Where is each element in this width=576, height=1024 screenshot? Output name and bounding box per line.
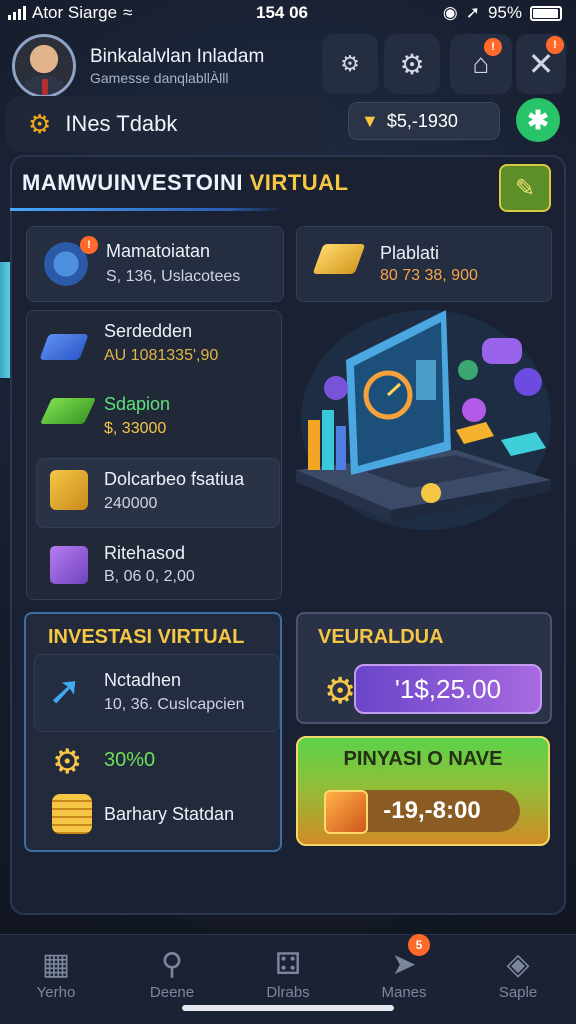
wifi-icon: ≈ bbox=[123, 3, 133, 22]
pencil-icon: ✎ bbox=[514, 174, 536, 202]
item-value: 240000 bbox=[104, 495, 158, 512]
payment-amount: -19,-8:00 bbox=[383, 797, 481, 824]
nav-item-dice[interactable]: ⚃ Dlrabs bbox=[238, 944, 338, 1002]
virtual-amount: '1$,25.00 bbox=[394, 673, 502, 704]
panel-title: MAMWUINVESTOINI VIRTUAL bbox=[22, 170, 348, 196]
arrow-up-icon: ➚ bbox=[48, 669, 82, 713]
carrier-label: Ator Siarge bbox=[32, 3, 118, 22]
panel-title-main: MAMWUINVESTOINI bbox=[22, 170, 250, 195]
plaque-value: 80 73 38, 900 bbox=[380, 267, 478, 284]
payment-title: PINYASI O NAVE bbox=[343, 748, 503, 770]
item-title: Serdedden bbox=[104, 321, 193, 341]
invest-row-title: Nctadhen bbox=[104, 670, 182, 690]
battery-icon bbox=[530, 5, 562, 21]
plaque-title: Plablati bbox=[380, 243, 440, 263]
gear-icon: ⚙ bbox=[52, 743, 83, 781]
item-title: Mamatoiatan bbox=[106, 241, 211, 261]
nav-badge: 5 bbox=[408, 934, 430, 956]
nav-item-rocket[interactable]: ➤ Manes bbox=[354, 944, 454, 1002]
invest-title: INVESTASI VIRTUAL bbox=[48, 626, 245, 648]
gear-icon: ⚙ bbox=[324, 670, 357, 711]
item-badge: ! bbox=[80, 236, 98, 254]
balance-value: $5,-1930 bbox=[386, 110, 458, 131]
grid-chart-icon: ▦ bbox=[41, 947, 71, 981]
settings-button[interactable]: ⚙ bbox=[384, 34, 440, 94]
virtual-amount-button[interactable]: '1$,25.00 bbox=[354, 664, 542, 714]
tab-menu[interactable]: ⚙ INes Tdabk bbox=[6, 96, 328, 152]
payment-amount-pill[interactable]: -19,-8:00 bbox=[344, 790, 520, 832]
signal-icon bbox=[8, 6, 26, 20]
status-bar: Ator Siarge ≈ 154 06 ◉ ➚ 95% bbox=[0, 0, 576, 26]
virtual-title: VEURALDUA bbox=[318, 626, 444, 648]
safe-box-icon bbox=[50, 470, 88, 510]
nav-label: Saple bbox=[498, 984, 538, 1001]
avatar[interactable] bbox=[12, 34, 76, 98]
add-button[interactable]: ✱ bbox=[516, 98, 560, 142]
edit-button[interactable]: ✎ bbox=[499, 164, 551, 212]
rocket-icon: ➤ bbox=[391, 947, 417, 981]
invest-percent: 30%0 bbox=[104, 749, 156, 771]
search-icon: ⚲ bbox=[161, 947, 183, 981]
title-underline bbox=[10, 208, 284, 211]
gear-icon: ⚙ bbox=[399, 48, 425, 80]
home-button[interactable]: ⌂ ! bbox=[450, 34, 512, 94]
close-button[interactable]: ✕ ! bbox=[516, 34, 566, 94]
item-value: $, 33000 bbox=[104, 420, 167, 437]
close-badge: ! bbox=[546, 36, 564, 54]
invest-row-value: 10, 36. Cuslcapcien bbox=[104, 696, 245, 713]
nav-label: Yerho bbox=[36, 984, 76, 1001]
panel-title-highlight: VIRTUAL bbox=[249, 170, 349, 195]
bell-icon: ⚙ bbox=[340, 51, 360, 76]
item-title: Dolcarbeo fsatiua bbox=[104, 469, 245, 489]
status-right: ◉ ➚ 95% bbox=[443, 3, 562, 23]
shield-icon: ◈ bbox=[506, 947, 530, 981]
dice-icon: ⚃ bbox=[274, 947, 302, 981]
carrier: Ator Siarge ≈ bbox=[8, 3, 132, 23]
item-value: AU 1081335',90 bbox=[104, 347, 219, 364]
nav-item-shield[interactable]: ◈ Saple bbox=[468, 944, 568, 1002]
shield-icon bbox=[324, 790, 368, 834]
home-badge: ! bbox=[484, 38, 502, 56]
nav-label: Deene bbox=[149, 984, 195, 1001]
gear-icon: ⚙ bbox=[28, 108, 52, 139]
battery-percent: 95% bbox=[487, 3, 522, 22]
invest-row-title: Barhary Statdan bbox=[104, 804, 235, 824]
nav-item-search[interactable]: ⚲ Deene bbox=[122, 944, 222, 1002]
laptop-illustration bbox=[296, 310, 551, 530]
location-icon: ◉ bbox=[442, 3, 458, 22]
balance-display[interactable]: ▼ $5,-1930 bbox=[348, 102, 500, 140]
home-indicator[interactable] bbox=[182, 1005, 394, 1011]
coin-stack-icon bbox=[52, 794, 92, 834]
nav-label: Dlrabs bbox=[266, 984, 310, 1001]
trophy-icon: ▼ bbox=[361, 110, 379, 131]
nav-label: Manes bbox=[381, 984, 427, 1001]
side-decoration bbox=[0, 262, 10, 378]
gift-box-icon bbox=[50, 546, 88, 584]
nav-item-home[interactable]: ▦ Yerho bbox=[6, 944, 106, 1002]
tab-label: INes Tdabk bbox=[65, 111, 178, 136]
item-title: Sdapion bbox=[104, 394, 171, 414]
user-name: Binkalalvlan Inladam bbox=[90, 46, 265, 67]
navigation-icon: ➚ bbox=[465, 3, 480, 22]
notification-button[interactable]: ⚙ bbox=[322, 34, 378, 94]
item-value: B, 06 0, 2,00 bbox=[104, 568, 195, 585]
user-subtitle: Gamesse danqlabllÀlll bbox=[90, 70, 229, 86]
item-value: S, 136, Uslacotees bbox=[106, 268, 241, 285]
item-title: Ritehasod bbox=[104, 543, 186, 563]
clock: 154 06 bbox=[256, 3, 308, 22]
plus-icon: ✱ bbox=[527, 104, 549, 135]
